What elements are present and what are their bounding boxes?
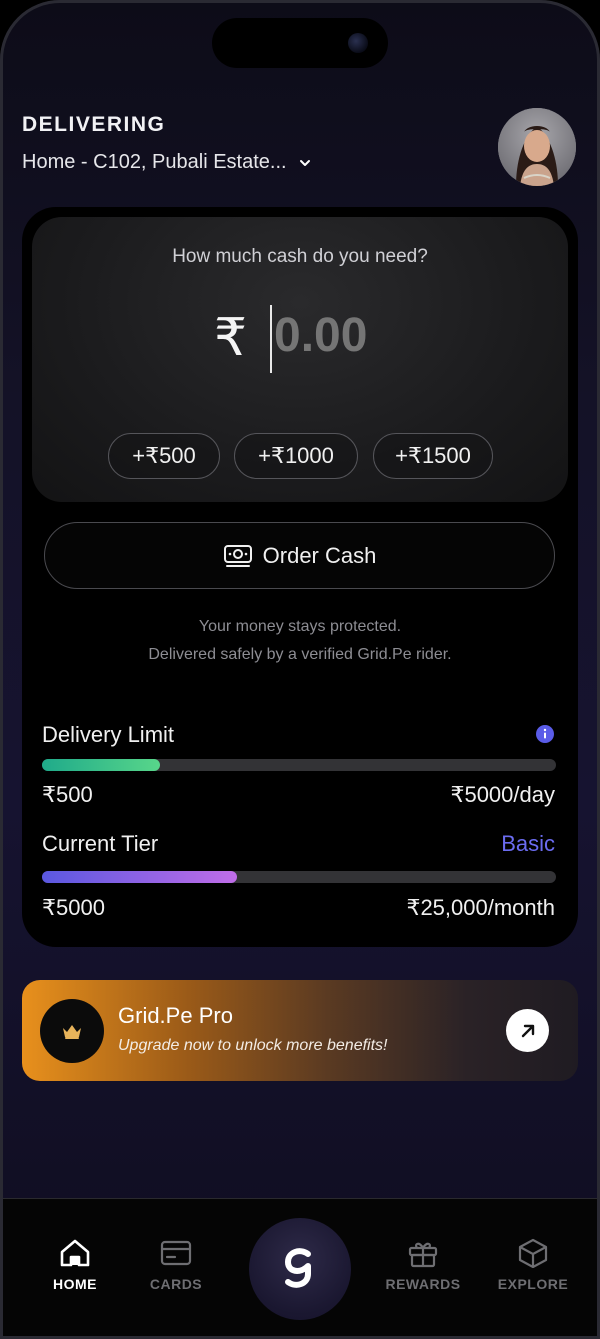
delivery-limit-fill xyxy=(42,759,161,771)
tier-min: ₹5000 xyxy=(42,895,105,920)
quick-add-1500-button[interactable]: +₹1500 xyxy=(373,433,493,479)
delivery-limit-max: ₹5000/day xyxy=(450,782,555,807)
nav-explore-label: EXPLORE xyxy=(497,1276,569,1292)
amount-input[interactable] xyxy=(274,308,474,363)
gridpe-logo-icon xyxy=(285,1248,311,1288)
amount-question: How much cash do you need? xyxy=(172,246,428,267)
cube-icon xyxy=(518,1238,548,1268)
address-text: Home - C102, Pubali Estate... xyxy=(22,151,287,173)
delivery-limit-label: Delivery Limit xyxy=(42,722,175,747)
crown-icon xyxy=(63,1025,81,1039)
avatar-image xyxy=(498,108,576,186)
info-icon[interactable] xyxy=(536,725,554,743)
nav-cards[interactable]: CARDS xyxy=(121,1238,231,1292)
currency-symbol: ₹ xyxy=(214,308,248,368)
quick-add-1000-button[interactable]: +₹1000 xyxy=(234,433,358,479)
nav-home[interactable]: HOME xyxy=(20,1238,130,1292)
address-selector[interactable]: Home - C102, Pubali Estate... xyxy=(22,151,311,174)
nav-home-label: HOME xyxy=(53,1276,97,1292)
current-tier-label: Current Tier xyxy=(42,831,159,856)
nav-explore[interactable]: EXPLORE xyxy=(478,1238,588,1292)
pro-subtitle: Upgrade now to unlock more benefits! xyxy=(118,1037,388,1054)
protection-note-1: Your money stays protected. xyxy=(198,618,402,635)
delivery-limit-min: ₹500 xyxy=(42,782,93,807)
pro-title: Grid.Pe Pro xyxy=(118,1003,233,1028)
nav-rewards[interactable]: REWARDS xyxy=(368,1238,478,1292)
tier-progress-bar xyxy=(42,871,556,883)
avatar[interactable] xyxy=(498,108,576,186)
dynamic-island xyxy=(212,18,388,68)
tier-max: ₹25,000/month xyxy=(406,895,555,920)
front-camera xyxy=(348,33,368,53)
tier-badge[interactable]: Basic xyxy=(501,831,555,857)
chevron-down-icon xyxy=(299,159,310,166)
order-cash-label: Order Cash xyxy=(262,542,377,568)
order-cash-button[interactable]: Order Cash xyxy=(44,522,555,589)
quick-add-500-button[interactable]: +₹500 xyxy=(108,433,220,479)
cash-icon xyxy=(223,544,252,567)
pro-open-button[interactable] xyxy=(506,1009,549,1052)
text-caret xyxy=(270,305,272,373)
nav-cards-label: CARDS xyxy=(149,1276,203,1292)
tier-progress-fill xyxy=(42,871,238,883)
home-icon xyxy=(60,1239,90,1267)
protection-note-2: Delivered safely by a verified Grid.Pe r… xyxy=(148,646,452,663)
card-icon xyxy=(160,1240,192,1266)
delivering-label: DELIVERING xyxy=(22,113,166,136)
arrow-up-right-icon xyxy=(521,1024,534,1037)
gridpe-center-button[interactable] xyxy=(249,1218,351,1320)
nav-rewards-label: REWARDS xyxy=(385,1276,461,1292)
crown-badge xyxy=(40,999,104,1063)
delivery-limit-bar xyxy=(42,759,556,771)
pro-upgrade-banner[interactable] xyxy=(22,980,578,1081)
gift-icon xyxy=(408,1242,438,1268)
